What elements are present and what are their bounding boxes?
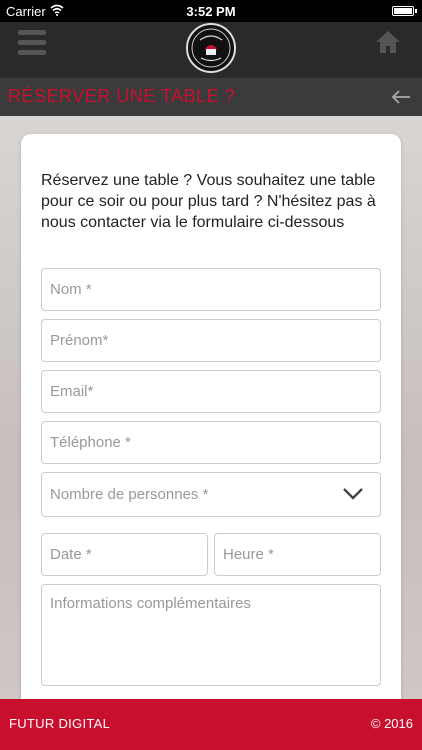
intro-text: Réservez une table ? Vous souhaitez une … xyxy=(41,172,376,231)
status-time: 3:52 PM xyxy=(186,4,236,19)
page-title-bar: RÉSERVER UNE TABLE ? xyxy=(0,78,422,116)
footer-bar: FUTUR DIGITAL © 2016 xyxy=(0,699,422,750)
firstname-placeholder: Prénom* xyxy=(50,332,109,349)
time-placeholder: Heure * xyxy=(223,546,274,563)
phone-placeholder: Téléphone * xyxy=(50,434,131,451)
logo-emblem-icon xyxy=(191,28,231,68)
email-placeholder: Email* xyxy=(50,383,94,400)
email-field[interactable]: Email* xyxy=(41,370,381,413)
info-placeholder: Informations complémentaires xyxy=(50,595,251,612)
time-field[interactable]: Heure * xyxy=(214,533,381,576)
firstname-field[interactable]: Prénom* xyxy=(41,319,381,362)
app-header xyxy=(0,22,422,78)
people-select[interactable]: Nombre de personnes * xyxy=(41,472,381,517)
info-textarea[interactable]: Informations complémentaires xyxy=(41,584,381,686)
battery-icon xyxy=(392,6,417,16)
name-field[interactable]: Nom * xyxy=(41,268,381,311)
page-title: RÉSERVER UNE TABLE ? xyxy=(8,86,236,106)
restaurant-logo xyxy=(186,23,236,73)
phone-field[interactable]: Téléphone * xyxy=(41,421,381,464)
back-arrow-icon[interactable] xyxy=(390,86,412,108)
footer-brand: FUTUR DIGITAL xyxy=(9,716,111,731)
footer-copyright: © 2016 xyxy=(370,716,413,731)
date-placeholder: Date * xyxy=(50,546,92,563)
chevron-down-icon xyxy=(343,488,363,500)
people-placeholder: Nombre de personnes * xyxy=(50,486,209,503)
name-placeholder: Nom * xyxy=(50,281,92,298)
home-icon[interactable] xyxy=(374,28,402,56)
hamburger-menu-icon[interactable] xyxy=(18,30,46,60)
status-bar: Carrier 3:52 PM xyxy=(0,0,422,22)
date-field[interactable]: Date * xyxy=(41,533,208,576)
